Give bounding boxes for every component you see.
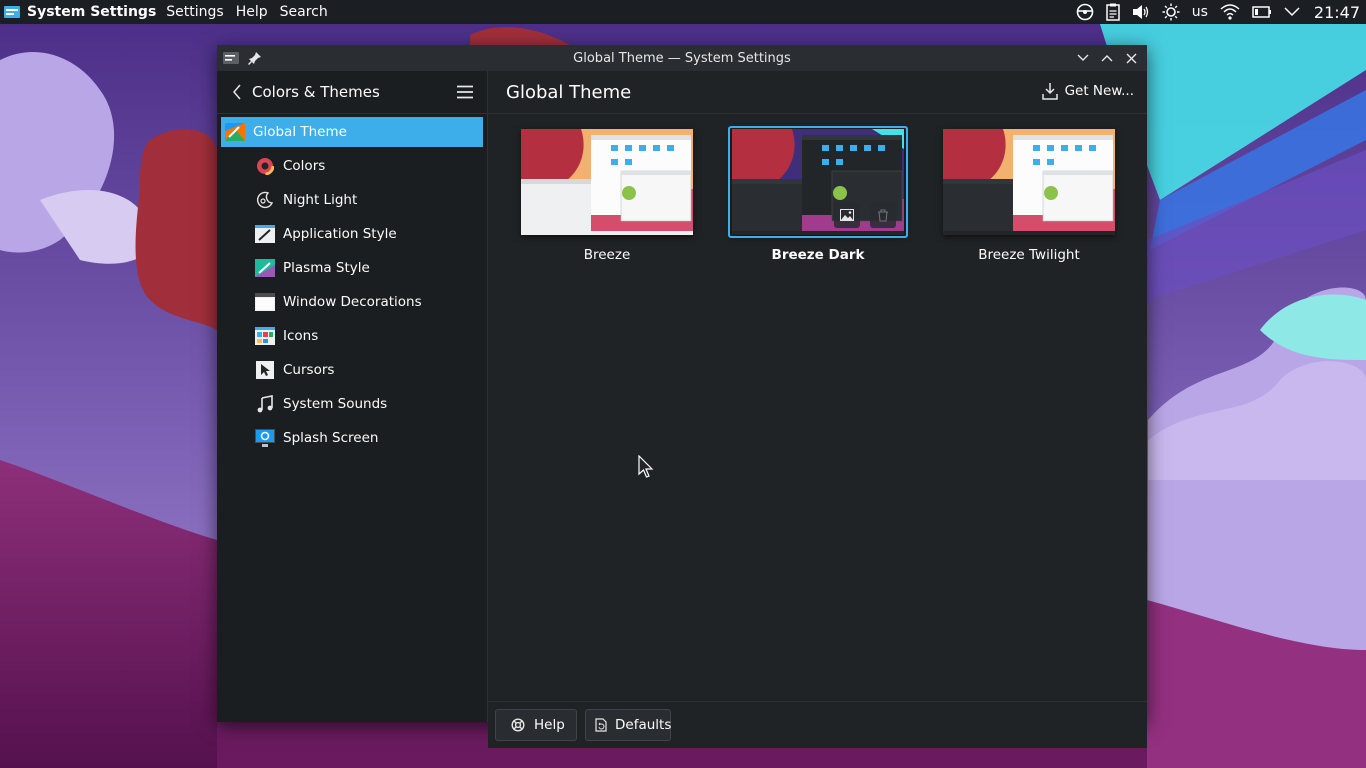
maximize-icon[interactable] xyxy=(1095,46,1119,70)
sidebar-item-label: Colors xyxy=(283,158,326,174)
sidebar-item-label: Splash Screen xyxy=(283,430,379,446)
sidebar-item-label: Window Decorations xyxy=(283,294,422,310)
sidebar-item-application-style[interactable]: Application Style xyxy=(221,219,483,249)
keyboard-layout[interactable]: us xyxy=(1192,4,1208,20)
system-tray: us 21:47 xyxy=(1064,3,1360,22)
clock[interactable]: 21:47 xyxy=(1314,3,1360,22)
splash-screen-icon xyxy=(255,428,275,448)
window-titlebar[interactable]: Global Theme — System Settings xyxy=(217,45,1147,71)
theme-name: Breeze xyxy=(583,247,631,263)
steering-wheel-icon[interactable] xyxy=(1076,3,1094,21)
sidebar-item-label: Application Style xyxy=(283,226,397,242)
minimize-icon[interactable] xyxy=(1071,46,1095,70)
sidebar-item-window-decorations[interactable]: Window Decorations xyxy=(221,287,483,317)
sidebar-title: Colors & Themes xyxy=(252,83,380,101)
menu-settings[interactable]: Settings xyxy=(166,4,223,20)
hamburger-menu-icon[interactable] xyxy=(455,82,475,102)
clipboard-icon[interactable] xyxy=(1105,3,1120,21)
system-sounds-icon xyxy=(255,394,275,414)
sidebar-item-global-theme[interactable]: Global Theme xyxy=(221,117,483,147)
theme-preview-image xyxy=(943,129,1115,235)
application-style-icon xyxy=(255,224,275,244)
help-label: Help xyxy=(534,717,565,733)
system-settings-window: Global Theme — System Settings Colors & … xyxy=(217,45,1147,748)
sidebar-item-label: System Sounds xyxy=(283,396,388,412)
sidebar-item-label: Icons xyxy=(283,328,319,344)
sidebar-item-night-light[interactable]: Night Light xyxy=(221,185,483,215)
defaults-button[interactable]: Defaults xyxy=(585,709,671,741)
main-content: Global Theme Get New... Breeze Breeze Da… xyxy=(488,71,1147,748)
sidebar-item-cursors[interactable]: Cursors xyxy=(221,355,483,385)
battery-icon[interactable] xyxy=(1252,5,1272,19)
night-light-icon xyxy=(255,190,275,210)
window-title: Global Theme — System Settings xyxy=(573,50,791,66)
sidebar-item-label: Night Light xyxy=(283,192,358,208)
back-arrow-icon[interactable] xyxy=(227,82,247,102)
plasma-style-icon xyxy=(255,258,275,278)
page-title: Global Theme xyxy=(506,81,632,103)
system-settings-icon[interactable] xyxy=(2,2,22,22)
top-panel: System Settings Settings Help Search us … xyxy=(0,0,1366,24)
bottom-button-bar: Help Defaults xyxy=(488,702,1147,748)
document-revert-icon xyxy=(595,717,607,733)
sidebar-item-splash-screen[interactable]: Splash Screen xyxy=(221,423,483,453)
global-theme-icon xyxy=(225,122,245,142)
tray-expand-icon[interactable] xyxy=(1284,7,1300,17)
theme-preview-image xyxy=(521,129,693,235)
theme-name: Breeze Twilight xyxy=(978,247,1080,263)
volume-icon[interactable] xyxy=(1132,4,1150,20)
defaults-label: Defaults xyxy=(615,717,672,733)
sidebar-item-icons[interactable]: Icons xyxy=(221,321,483,351)
category-sidebar: Colors & Themes Global Theme Colors Nigh… xyxy=(217,71,487,722)
close-icon[interactable] xyxy=(1119,46,1143,70)
theme-breeze-twilight[interactable]: Breeze Twilight xyxy=(939,126,1119,271)
sidebar-item-label: Cursors xyxy=(283,362,335,378)
sidebar-item-label: Global Theme xyxy=(253,124,347,140)
preview-image-icon[interactable] xyxy=(834,202,860,228)
menu-search[interactable]: Search xyxy=(280,4,328,20)
cursors-icon xyxy=(255,360,275,380)
get-new-button[interactable]: Get New... xyxy=(1041,82,1134,100)
colors-icon xyxy=(255,156,275,176)
window-decorations-icon xyxy=(255,292,275,312)
app-name[interactable]: System Settings xyxy=(27,4,156,20)
menu-help[interactable]: Help xyxy=(236,4,268,20)
sidebar-header: Colors & Themes xyxy=(217,71,487,114)
main-header: Global Theme Get New... xyxy=(488,71,1147,114)
mouse-cursor-icon xyxy=(638,455,654,478)
download-icon xyxy=(1041,82,1059,100)
get-new-label: Get New... xyxy=(1064,83,1134,99)
theme-breeze[interactable]: Breeze xyxy=(517,126,697,271)
help-lifebuoy-icon xyxy=(510,717,526,733)
help-button[interactable]: Help xyxy=(495,709,577,741)
icons-icon xyxy=(255,326,275,346)
sidebar-item-system-sounds[interactable]: System Sounds xyxy=(221,389,483,419)
wifi-icon[interactable] xyxy=(1220,4,1240,20)
sidebar-item-colors[interactable]: Colors xyxy=(221,151,483,181)
sidebar-item-plasma-style[interactable]: Plasma Style xyxy=(221,253,483,283)
brightness-icon[interactable] xyxy=(1162,3,1180,21)
sidebar-item-label: Plasma Style xyxy=(283,260,370,276)
theme-name: Breeze Dark xyxy=(771,247,865,263)
delete-trash-icon[interactable] xyxy=(870,202,896,228)
theme-breeze-dark[interactable]: Breeze Dark xyxy=(728,126,908,271)
